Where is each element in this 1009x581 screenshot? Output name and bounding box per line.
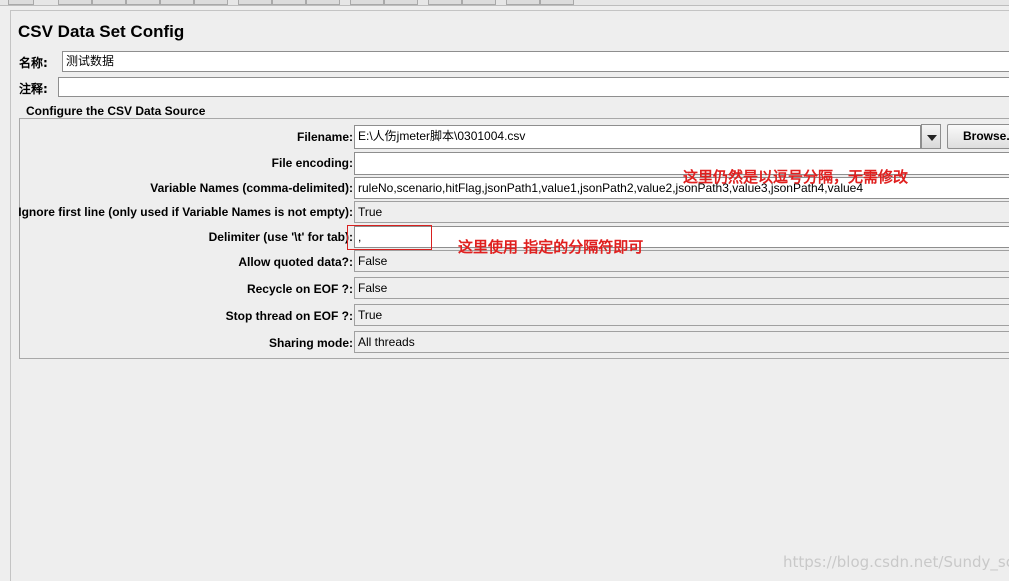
toolbar-button[interactable] bbox=[540, 0, 574, 5]
filename-input[interactable]: E:\人伤jmeter脚本\0301004.csv bbox=[354, 125, 921, 149]
toolbar-button[interactable] bbox=[462, 0, 496, 5]
ignore-first-line-label: Ignore first line (only used if Variable… bbox=[18, 205, 353, 219]
filename-label: Filename: bbox=[296, 130, 353, 144]
recycle-eof-select[interactable]: False bbox=[354, 277, 1009, 299]
sharing-mode-label: Sharing mode: bbox=[268, 336, 353, 350]
toolbar-button[interactable] bbox=[306, 0, 340, 5]
toolbar-button[interactable] bbox=[428, 0, 462, 5]
allow-quoted-select[interactable]: False bbox=[354, 250, 1009, 272]
sharing-mode-select[interactable]: All threads bbox=[354, 331, 1009, 353]
ignore-first-line-select[interactable]: True bbox=[354, 201, 1009, 223]
comment-label: 注释: bbox=[19, 82, 48, 96]
toolbar-button[interactable] bbox=[272, 0, 306, 5]
group-legend: Configure the CSV Data Source bbox=[24, 104, 208, 118]
toolbar-button[interactable] bbox=[238, 0, 272, 5]
delimiter-label: Delimiter (use '\t' for tab): bbox=[208, 230, 353, 244]
toolbar bbox=[0, 0, 1009, 6]
variable-names-input[interactable]: ruleNo,scenario,hitFlag,jsonPath1,value1… bbox=[354, 177, 1009, 199]
chevron-down-icon[interactable] bbox=[921, 124, 941, 149]
toolbar-button[interactable] bbox=[160, 0, 194, 5]
toolbar-button[interactable] bbox=[58, 0, 92, 5]
delimiter-annotation: 这里使用 指定的分隔符即可 bbox=[458, 238, 644, 256]
toolbar-button[interactable] bbox=[92, 0, 126, 5]
stop-thread-eof-select[interactable]: True bbox=[354, 304, 1009, 326]
toolbar-button[interactable] bbox=[350, 0, 384, 5]
delimiter-input[interactable]: , bbox=[354, 226, 1009, 248]
browse-button[interactable]: Browse... bbox=[947, 124, 1009, 149]
file-encoding-label: File encoding: bbox=[271, 156, 353, 170]
comma-annotation: 这里仍然是以逗号分隔，无需修改 bbox=[683, 168, 909, 186]
name-label: 名称: bbox=[19, 56, 48, 70]
toolbar-button[interactable] bbox=[506, 0, 540, 5]
comment-field[interactable] bbox=[58, 77, 1009, 97]
name-field[interactable]: 测试数据 bbox=[62, 51, 1009, 72]
stop-thread-eof-label: Stop thread on EOF ?: bbox=[225, 309, 353, 323]
recycle-eof-label: Recycle on EOF ?: bbox=[246, 282, 353, 296]
toolbar-button[interactable] bbox=[194, 0, 228, 5]
toolbar-button[interactable] bbox=[384, 0, 418, 5]
delimiter-highlight-box bbox=[347, 225, 432, 250]
toolbar-button[interactable] bbox=[126, 0, 160, 5]
page-title: CSV Data Set Config bbox=[18, 22, 185, 41]
allow-quoted-label: Allow quoted data?: bbox=[238, 255, 353, 269]
watermark: https://blog.csdn.net/Sundy_sc bbox=[783, 553, 1009, 571]
variable-names-label: Variable Names (comma-delimited): bbox=[150, 181, 353, 195]
file-encoding-input[interactable] bbox=[354, 152, 1009, 175]
toolbar-button[interactable] bbox=[8, 0, 34, 5]
